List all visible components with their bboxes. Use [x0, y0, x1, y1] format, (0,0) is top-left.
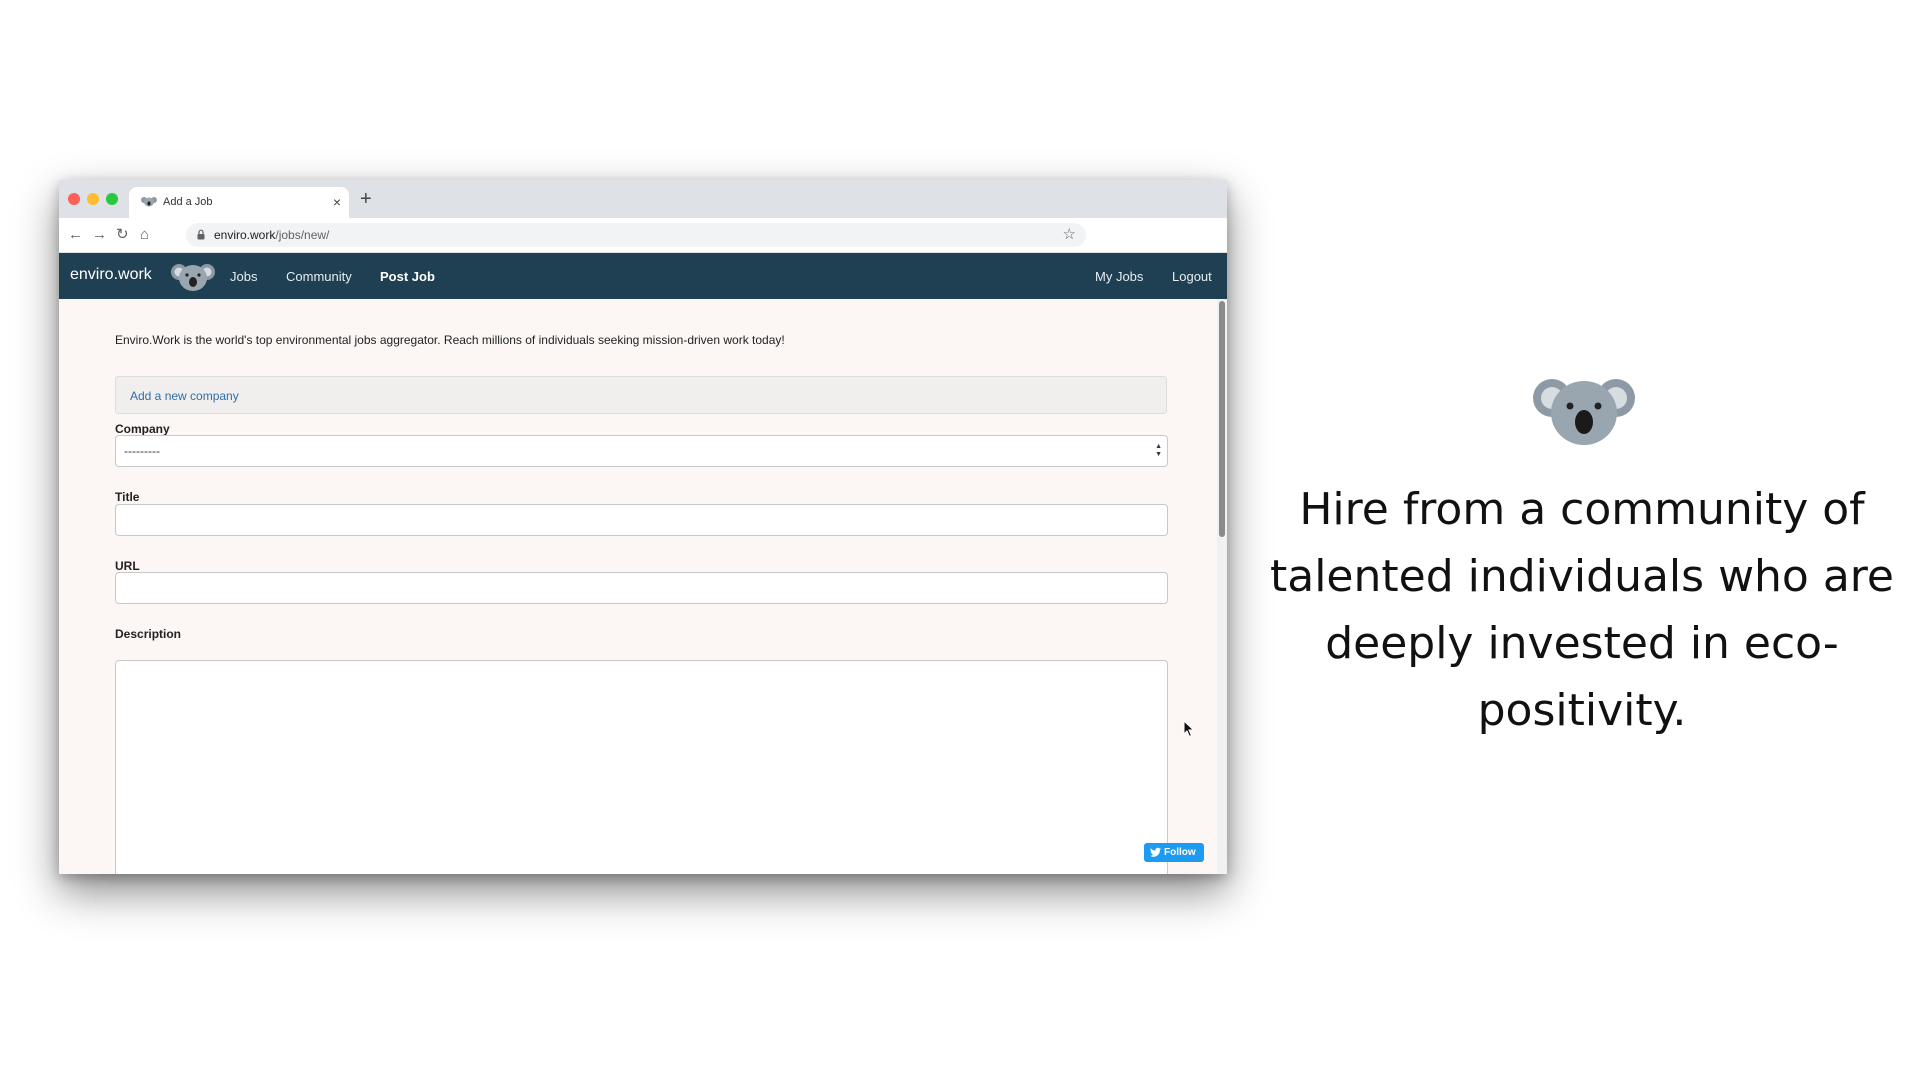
url-path: /jobs/new/: [275, 228, 330, 242]
twitter-bird-icon: [1150, 847, 1161, 857]
nav-link-my-jobs[interactable]: My Jobs: [1095, 269, 1143, 284]
koala-hero-icon: [1533, 379, 1635, 445]
reload-icon[interactable]: ↻: [116, 226, 129, 244]
add-company-link[interactable]: Add a new company: [130, 389, 239, 403]
follow-label: Follow: [1164, 847, 1196, 858]
close-window-button[interactable]: [68, 193, 80, 205]
mouse-cursor-icon: [1183, 720, 1195, 738]
tab-add-a-job[interactable]: Add a Job ×: [129, 187, 349, 218]
description-textarea[interactable]: [115, 660, 1168, 874]
koala-favicon-icon: [141, 197, 157, 207]
tab-title: Add a Job: [163, 196, 213, 208]
address-bar: ← → ↻ ⌂ enviro.work/jobs/new/ ☆: [59, 218, 1227, 253]
company-select-value: ---------: [124, 444, 160, 458]
add-company-panel: Add a new company: [115, 376, 1167, 414]
back-icon[interactable]: ←: [68, 226, 83, 244]
home-icon[interactable]: ⌂: [140, 226, 149, 244]
select-arrows-icon: ▲ ▼: [1155, 443, 1162, 458]
browser-window: Add a Job × + ← → ↻ ⌂ enviro.work/jobs/n…: [59, 180, 1227, 874]
url-field[interactable]: [115, 572, 1168, 604]
site-navbar: enviro.work Jobs Community Post Job My J…: [59, 253, 1227, 299]
url-host: enviro.work: [214, 228, 276, 242]
minimize-window-button[interactable]: [87, 193, 99, 205]
page-scrollbar[interactable]: [1217, 299, 1227, 874]
company-label: Company: [115, 422, 170, 436]
post-job-form: Enviro.Work is the world's top environme…: [59, 299, 1217, 874]
nav-link-post-job[interactable]: Post Job: [380, 269, 435, 284]
new-tab-button[interactable]: +: [360, 188, 372, 210]
nav-link-community[interactable]: Community: [286, 269, 352, 284]
intro-text: Enviro.Work is the world's top environme…: [115, 333, 785, 347]
company-select[interactable]: --------- ▲ ▼: [115, 435, 1168, 467]
star-icon[interactable]: ☆: [1063, 226, 1076, 244]
marketing-tagline: Hire from a community of talented indivi…: [1269, 484, 1894, 736]
close-tab-icon[interactable]: ×: [333, 193, 341, 211]
url-text: enviro.work/jobs/new/: [214, 228, 329, 242]
twitter-follow-button[interactable]: Follow: [1144, 843, 1204, 862]
koala-logo-icon[interactable]: [170, 260, 216, 294]
nav-link-jobs[interactable]: Jobs: [230, 269, 257, 284]
title-input[interactable]: [115, 504, 1168, 536]
maximize-window-button[interactable]: [106, 193, 118, 205]
tab-bar: Add a Job × +: [59, 180, 1227, 218]
nav-link-logout[interactable]: Logout: [1172, 269, 1212, 284]
forward-icon[interactable]: →: [92, 226, 107, 244]
url-label: URL: [115, 559, 140, 573]
title-label: Title: [115, 490, 140, 504]
lock-icon: [197, 229, 205, 240]
description-label: Description: [115, 627, 182, 641]
site-brand[interactable]: enviro.work: [70, 266, 152, 284]
url-input[interactable]: enviro.work/jobs/new/ ☆: [186, 223, 1086, 247]
scrollbar-thumb[interactable]: [1219, 301, 1225, 537]
